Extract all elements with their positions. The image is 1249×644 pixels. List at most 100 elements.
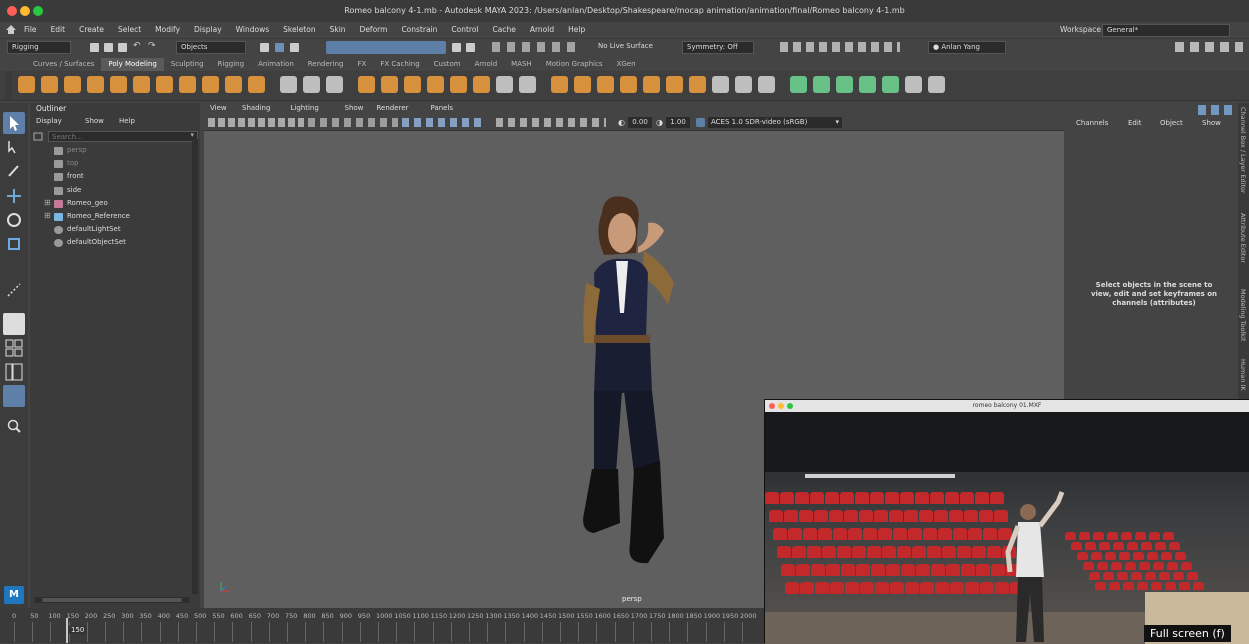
- viewport-menu-shading[interactable]: Shading: [242, 104, 270, 112]
- side-tab-human-ik[interactable]: Human IK: [1239, 359, 1247, 391]
- outliner-search-input[interactable]: Search... ▾: [48, 131, 198, 142]
- menu-item-display[interactable]: Display: [194, 22, 222, 38]
- shelf-tool-icon[interactable]: [882, 76, 899, 93]
- lasso-tool-icon[interactable]: [3, 136, 25, 158]
- selection-mask-icons[interactable]: [326, 41, 446, 54]
- four-view-layout-icon[interactable]: [3, 337, 25, 359]
- shelf-tool-icon[interactable]: [813, 76, 830, 93]
- persp-outliner-layout-icon[interactable]: [3, 361, 25, 383]
- lighting-isolate-icons[interactable]: [496, 118, 606, 127]
- outliner-row-side[interactable]: side: [30, 185, 190, 197]
- shelf-tab-animation[interactable]: Animation: [251, 58, 301, 71]
- open-scene-icon[interactable]: [104, 43, 113, 52]
- menu-item-select[interactable]: Select: [118, 22, 141, 38]
- menu-item-arnold[interactable]: Arnold: [530, 22, 554, 38]
- highlight-selection-icon[interactable]: [466, 43, 475, 52]
- outliner-horizontal-scroll-thumb[interactable]: [42, 598, 182, 602]
- outliner-menu-help[interactable]: Help: [119, 117, 135, 125]
- outliner-layout-icon[interactable]: [3, 385, 25, 407]
- live-surface-field[interactable]: No Live Surface: [594, 41, 666, 54]
- shelf-tool-icon[interactable]: [225, 76, 242, 93]
- menu-item-control[interactable]: Control: [451, 22, 478, 38]
- lock-icon[interactable]: [452, 43, 461, 52]
- outliner-menu-display[interactable]: Display: [36, 117, 62, 125]
- viewport-menu-show[interactable]: Show: [345, 104, 364, 112]
- romeo-character-model[interactable]: [564, 193, 694, 583]
- shelf-tool-icon[interactable]: [735, 76, 752, 93]
- rotate-tool-icon[interactable]: [3, 209, 25, 231]
- shelf-tool-icon[interactable]: [905, 76, 922, 93]
- channel-box-menu-edit[interactable]: Edit: [1128, 119, 1142, 127]
- shelf-tool-icon[interactable]: [179, 76, 196, 93]
- expand-icon[interactable]: ⊞: [44, 198, 51, 207]
- shelf-tool-icon[interactable]: [248, 76, 265, 93]
- shelf-tab-xgen[interactable]: XGen: [610, 58, 643, 71]
- channel-box-menu-channels[interactable]: Channels: [1076, 119, 1108, 127]
- shelf-tool-icon[interactable]: [790, 76, 807, 93]
- shelf-tool-icon[interactable]: [689, 76, 706, 93]
- shelf-tool-icon[interactable]: [303, 76, 320, 93]
- shelf-tool-icon[interactable]: [859, 76, 876, 93]
- undo-icon[interactable]: ↶: [133, 41, 142, 51]
- menu-item-windows[interactable]: Windows: [236, 22, 269, 38]
- shelf-tool-icon[interactable]: [551, 76, 568, 93]
- channel-box-menu-object[interactable]: Object: [1160, 119, 1183, 127]
- shelf-tool-icon[interactable]: [133, 76, 150, 93]
- select-by-object-type-icon[interactable]: [275, 43, 284, 52]
- menu-item-create[interactable]: Create: [79, 22, 104, 38]
- side-tab-attribute-editor[interactable]: Attribute Editor: [1239, 213, 1247, 263]
- outliner-menu-show[interactable]: Show: [85, 117, 104, 125]
- shelf-tab-mash[interactable]: MASH: [504, 58, 539, 71]
- shelf-tool-icon[interactable]: [110, 76, 127, 93]
- menu-item-file[interactable]: File: [24, 22, 37, 38]
- single-perspective-view-icon[interactable]: [3, 313, 25, 335]
- shelf-tool-icon[interactable]: [326, 76, 343, 93]
- shelf-tool-icon[interactable]: [18, 76, 35, 93]
- shelf-tab-arnold[interactable]: Arnold: [468, 58, 505, 71]
- render-icons[interactable]: [780, 42, 900, 52]
- menu-item-deform[interactable]: Deform: [360, 22, 388, 38]
- outliner-row-front[interactable]: front: [30, 171, 190, 183]
- new-scene-icon[interactable]: [90, 43, 99, 52]
- shelf-tool-icon[interactable]: [496, 76, 513, 93]
- side-tab-channel-box-layer-editor[interactable]: Channel Box / Layer Editor: [1239, 107, 1247, 194]
- redo-icon[interactable]: ↷: [148, 41, 157, 51]
- shelf-tool-icon[interactable]: [404, 76, 421, 93]
- search-dropdown-icon[interactable]: ▾: [190, 131, 194, 139]
- outliner-vertical-scrollbar[interactable]: [192, 139, 198, 594]
- shelf-tool-icon[interactable]: [64, 76, 81, 93]
- expand-icon[interactable]: ⊞: [44, 211, 51, 220]
- outliner-row-persp[interactable]: persp: [30, 145, 190, 157]
- menu-item-cache[interactable]: Cache: [493, 22, 516, 38]
- home-icon[interactable]: [6, 25, 16, 34]
- viewport-menu-lighting[interactable]: Lighting: [291, 104, 319, 112]
- menuset-select[interactable]: Rigging: [7, 41, 71, 54]
- last-tool-icon[interactable]: [3, 279, 25, 301]
- select-by-hierarchy-icon[interactable]: [260, 43, 269, 52]
- symmetry-select[interactable]: Symmetry: Off: [682, 41, 754, 54]
- shelf-tab-motion-graphics[interactable]: Motion Graphics: [539, 58, 610, 71]
- shelf-tab-sculpting[interactable]: Sculpting: [164, 58, 211, 71]
- shelf-tool-icon[interactable]: [450, 76, 467, 93]
- view-transform-toggle-icon[interactable]: [696, 118, 705, 127]
- menu-item-skin[interactable]: Skin: [330, 22, 346, 38]
- shelf-tab-poly-modeling[interactable]: Poly Modeling: [101, 58, 164, 71]
- camera-tools-icons[interactable]: [208, 118, 304, 127]
- outliner-filter-icon[interactable]: [32, 131, 44, 142]
- shelf-tool-icon[interactable]: [620, 76, 637, 93]
- shelf-tool-icon[interactable]: [358, 76, 375, 93]
- exposure-field[interactable]: 0.00: [628, 117, 652, 128]
- shelf-tool-icon[interactable]: [427, 76, 444, 93]
- shelf-tool-icon[interactable]: [381, 76, 398, 93]
- snap-icons[interactable]: [492, 42, 582, 52]
- save-scene-icon[interactable]: [118, 43, 127, 52]
- panel-toggle-icons[interactable]: [1175, 42, 1243, 52]
- shelf-tab-rendering[interactable]: Rendering: [301, 58, 351, 71]
- viewport-menu-panels[interactable]: Panels: [431, 104, 454, 112]
- menu-item-constrain[interactable]: Constrain: [401, 22, 437, 38]
- outliner-row-top[interactable]: top: [30, 158, 190, 170]
- shelf-tab-curves-surfaces[interactable]: Curves / Surfaces: [26, 58, 101, 71]
- viewport-menu-renderer[interactable]: Renderer: [377, 104, 409, 112]
- workspace-select[interactable]: General*: [1102, 24, 1230, 37]
- shelf-tool-icon[interactable]: [156, 76, 173, 93]
